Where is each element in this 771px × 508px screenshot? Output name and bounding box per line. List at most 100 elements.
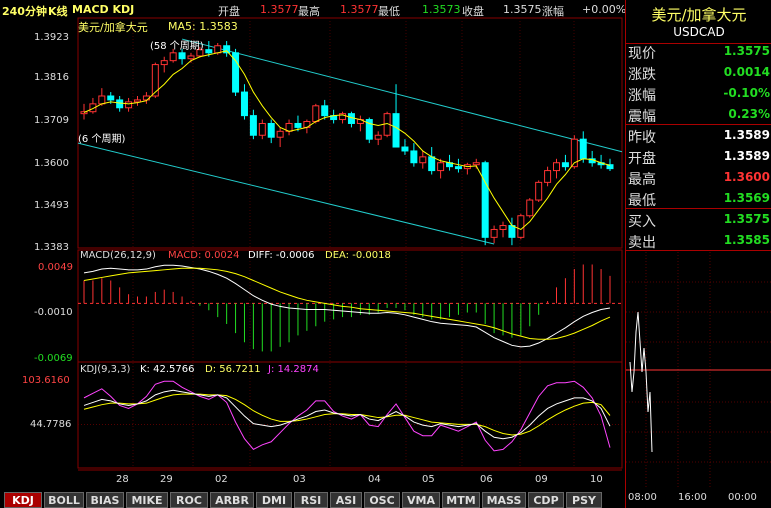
- chart-canvas[interactable]: [0, 0, 625, 492]
- low-value: 1.3573: [422, 3, 461, 16]
- candle-body: [214, 45, 222, 54]
- close-value: 1.3575: [503, 3, 542, 16]
- tab-osc[interactable]: OSC: [364, 492, 400, 508]
- candle-body: [481, 162, 489, 238]
- high-value: 1.3577: [340, 3, 379, 16]
- candle-body: [205, 49, 213, 54]
- kdj-d-line: [83, 393, 611, 436]
- candle-body: [419, 156, 427, 164]
- candle-body: [454, 166, 462, 170]
- period-label[interactable]: 240分钟: [2, 3, 47, 19]
- candle-body: [517, 215, 525, 238]
- kline-label[interactable]: K线: [48, 3, 68, 19]
- x-tick: 03: [293, 474, 306, 485]
- quote-panel: 美元/加拿大元 USDCAD 现价 1.3575 涨跌 0.0014 涨幅 -0.10% 震…: [625, 0, 771, 508]
- tab-psy[interactable]: PSY: [566, 492, 602, 508]
- quote-symbol-code: USDCAD: [673, 25, 725, 39]
- tab-boll[interactable]: BOLL: [44, 492, 84, 508]
- x-tick: 06: [480, 474, 493, 485]
- candle-body: [347, 113, 355, 124]
- quote-row-label: 昨收: [628, 130, 656, 146]
- x-tick: 02: [215, 474, 228, 485]
- quote-row-label: 涨跌: [628, 67, 656, 83]
- x-tick: 04: [368, 474, 381, 485]
- price-tick: 1.3383: [34, 242, 69, 253]
- x-tick: 10: [590, 474, 603, 485]
- indicator-tabs: KDJ BOLL BIAS MIKE ROC ARBR DMI RSI ASI …: [0, 492, 625, 508]
- channel-bottom-label: (6 个周期): [78, 134, 126, 145]
- high-label: 最高: [298, 5, 320, 18]
- quote-row: 最低 1.3569: [626, 189, 771, 209]
- candle-body: [490, 228, 498, 238]
- candle-body: [276, 130, 284, 138]
- open-label: 开盘: [218, 5, 240, 18]
- candle-body: [508, 225, 516, 238]
- candle-body: [544, 170, 552, 183]
- dea-value: DEA: -0.0018: [325, 250, 391, 261]
- macd-panel-frame: [77, 249, 623, 363]
- quote-row-value: 1.3575: [723, 212, 770, 226]
- quote-row-label: 买入: [628, 214, 656, 230]
- macd-tick: -0.0069: [34, 353, 73, 364]
- mini-price-line: [629, 311, 653, 453]
- ma5-label: MA5: 1.3583: [168, 20, 238, 33]
- kdj-k-value: K: 42.5766: [140, 364, 195, 375]
- candle-body: [499, 225, 507, 230]
- tab-kdj[interactable]: KDJ: [4, 492, 42, 508]
- kdj-tick: 103.6160: [22, 375, 70, 386]
- macd-title: MACD(26,12,9): [80, 250, 156, 261]
- quote-row-label: 震幅: [628, 109, 656, 125]
- candle-body: [98, 95, 106, 105]
- candle-body: [410, 150, 418, 164]
- candle-body: [125, 101, 133, 109]
- quote-row: 涨幅 -0.10%: [626, 84, 771, 104]
- macd-tick: 0.0049: [38, 262, 73, 273]
- tab-mtm[interactable]: MTM: [442, 492, 480, 508]
- quote-row: 开盘 1.3589: [626, 147, 771, 167]
- price-tick: 1.3923: [34, 32, 69, 43]
- x-tick: 28: [116, 474, 129, 485]
- tab-mike[interactable]: MIKE: [126, 492, 168, 508]
- intraday-mini-chart[interactable]: [626, 252, 771, 492]
- top-info-bar: 240分钟 K线 MACD KDJ 开盘 1.3577 最高 1.3577 最低…: [0, 0, 626, 20]
- tab-vma[interactable]: VMA: [402, 492, 440, 508]
- quote-row-label: 最高: [628, 172, 656, 188]
- symbol-name: 美元/加拿大元: [78, 21, 148, 34]
- candle-body: [258, 122, 266, 136]
- tab-rsi[interactable]: RSI: [294, 492, 328, 508]
- main-panel-frame: [77, 17, 623, 249]
- open-value: 1.3577: [260, 3, 299, 16]
- channel-upper-line: [181, 38, 623, 153]
- tab-mass[interactable]: MASS: [482, 492, 526, 508]
- kdj-tick: 44.7786: [30, 419, 72, 430]
- candle-body: [401, 146, 409, 152]
- macd-tick: -0.0010: [34, 307, 73, 318]
- candle-body: [312, 105, 320, 123]
- tab-dmi[interactable]: DMI: [256, 492, 292, 508]
- candle-body: [249, 115, 257, 136]
- macd-value: MACD: 0.0024: [168, 250, 240, 261]
- candle-body: [553, 162, 561, 172]
- diff-value: DIFF: -0.0006: [248, 250, 315, 261]
- tab-cdp[interactable]: CDP: [528, 492, 564, 508]
- quote-row: 昨收 1.3589: [626, 126, 771, 146]
- quote-row-value: 1.3589: [723, 128, 770, 142]
- channel-top-label: (58 个周期): [150, 41, 204, 52]
- mini-time-label: 08:00: [628, 492, 657, 503]
- tab-arbr[interactable]: ARBR: [210, 492, 254, 508]
- quote-symbol-name: 美元/加拿大元: [651, 6, 747, 24]
- kdj-d-value: D: 56.7211: [205, 364, 261, 375]
- quote-row-value: -0.10%: [723, 86, 770, 100]
- tab-asi[interactable]: ASI: [330, 492, 362, 508]
- quote-row-label: 涨幅: [628, 88, 656, 104]
- candle-body: [579, 138, 587, 160]
- candle-body: [374, 134, 382, 140]
- quote-row: 卖出 1.3585: [626, 231, 771, 251]
- candle-body: [116, 99, 124, 109]
- tab-bias[interactable]: BIAS: [86, 492, 124, 508]
- candle-body: [240, 91, 248, 117]
- candle-body: [160, 60, 168, 66]
- quote-row-label: 卖出: [628, 235, 656, 251]
- quote-row: 震幅 0.23%: [626, 105, 771, 125]
- tab-roc[interactable]: ROC: [170, 492, 208, 508]
